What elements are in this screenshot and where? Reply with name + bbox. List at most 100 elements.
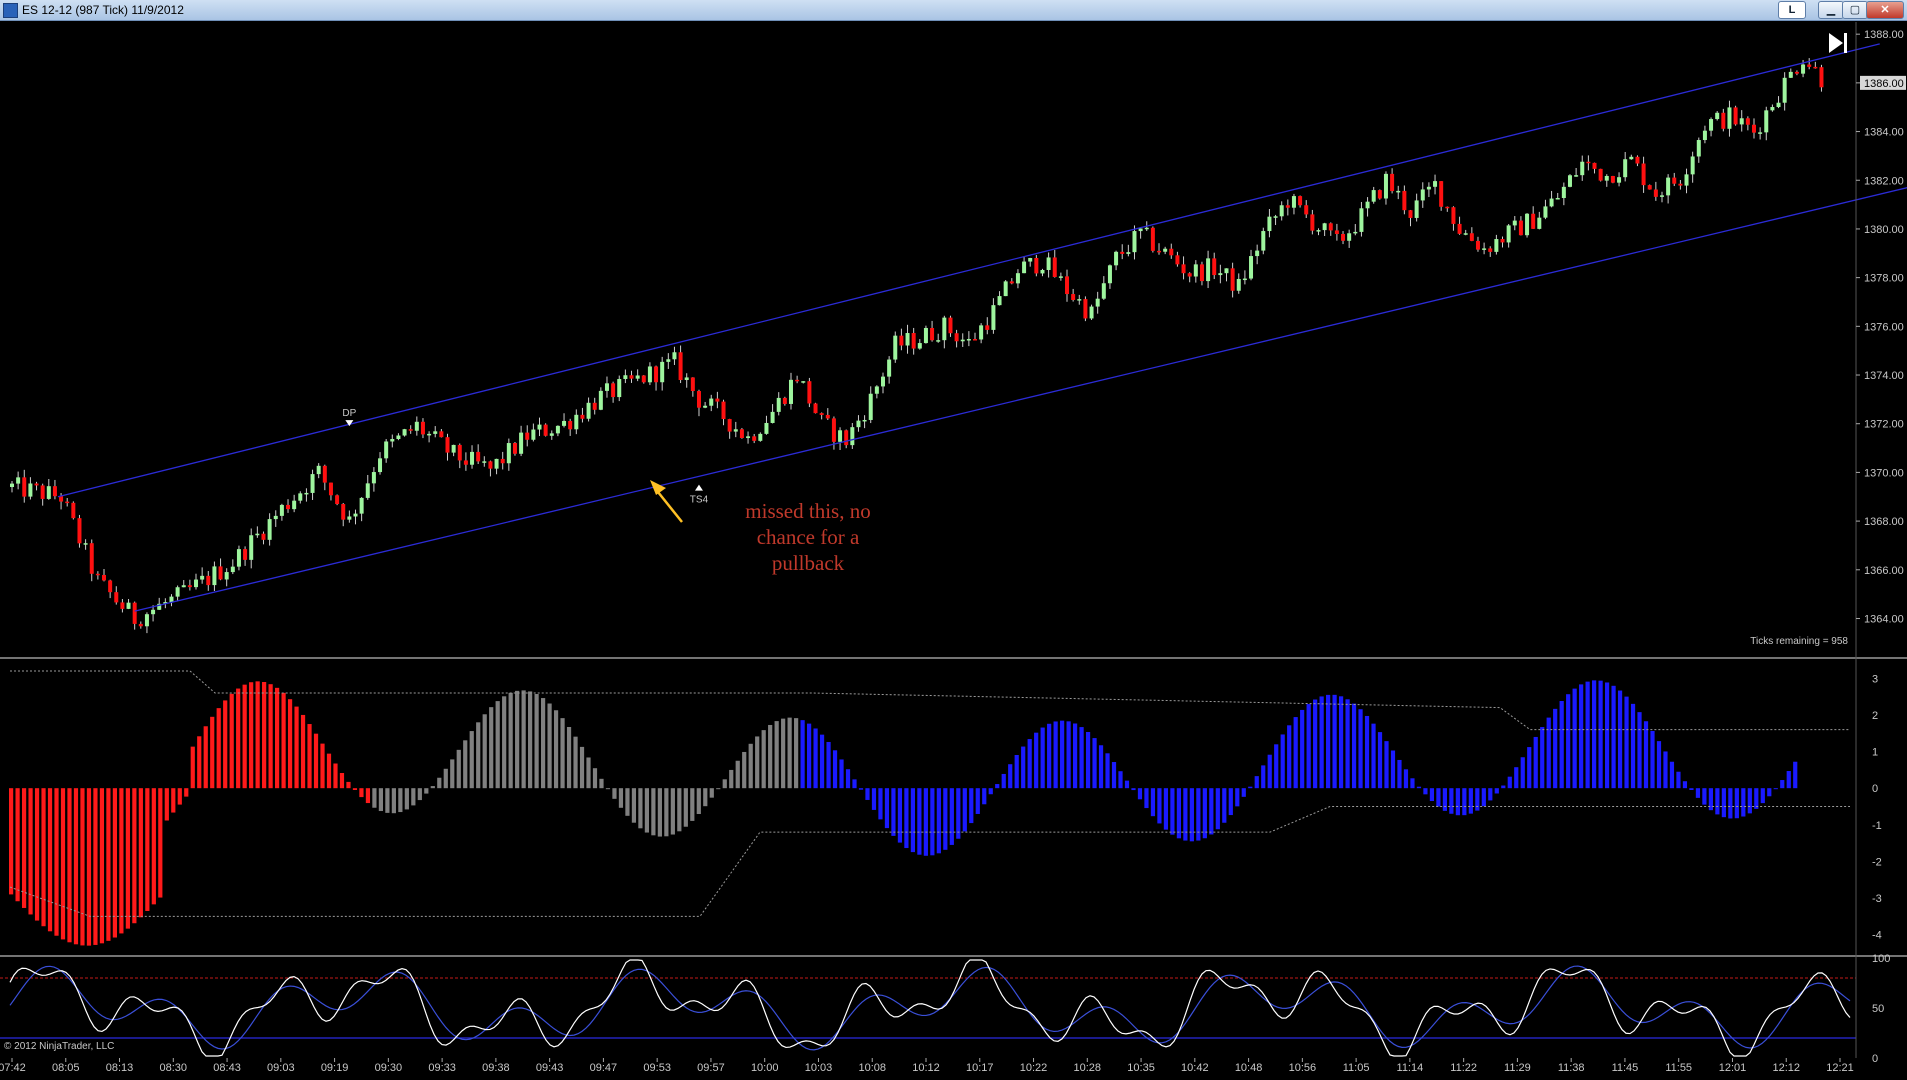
candle-up xyxy=(230,566,235,573)
candle-up xyxy=(126,602,131,609)
price-panel[interactable]: DP TS4 xyxy=(10,33,1907,634)
histogram-bar xyxy=(99,788,105,944)
histogram-bar xyxy=(1111,762,1117,789)
histogram-bar xyxy=(1027,739,1032,789)
close-button[interactable]: ✕ xyxy=(1866,1,1904,19)
candle-up xyxy=(905,333,910,346)
candle-up xyxy=(1144,227,1149,230)
histogram-bar xyxy=(1098,745,1104,789)
histogram-bar xyxy=(502,696,507,789)
candle-down xyxy=(408,429,413,431)
histogram-bar xyxy=(1306,704,1311,789)
time-tick-label: 12:21 xyxy=(1826,1062,1854,1074)
candle-up xyxy=(1267,216,1272,232)
histogram-bar xyxy=(1468,788,1473,814)
histogram-bar xyxy=(1682,781,1688,789)
candle-up xyxy=(169,596,174,603)
histogram-bar xyxy=(281,692,286,789)
histogram-bar xyxy=(1695,788,1701,798)
histogram-bar xyxy=(969,788,974,824)
histogram-bar xyxy=(573,736,578,789)
candle-up xyxy=(1365,201,1370,209)
copyright-label: © 2012 NinjaTrader, LLC xyxy=(4,1041,114,1052)
candle-down xyxy=(525,432,530,440)
histogram-bar xyxy=(1085,731,1091,789)
histogram-bar xyxy=(339,773,345,789)
histogram-bar xyxy=(618,788,624,808)
time-tick-label: 09:19 xyxy=(321,1062,349,1074)
histogram-bar xyxy=(1267,754,1272,789)
candle-down xyxy=(1334,230,1339,234)
histogram-bar xyxy=(1669,761,1675,789)
candle-down xyxy=(1586,161,1591,164)
histogram-bar xyxy=(1741,788,1746,817)
candle-up xyxy=(1138,228,1143,232)
histogram-bar xyxy=(605,788,611,790)
candle-down xyxy=(1598,168,1603,181)
candle-up xyxy=(1574,175,1579,177)
candle-up xyxy=(1193,264,1198,277)
histogram-bar xyxy=(1287,725,1292,789)
ticks-remaining-label: Ticks remaining = 958 xyxy=(1750,636,1848,647)
lower-channel-line xyxy=(134,187,1907,612)
histogram-bar xyxy=(456,749,461,789)
candle-down xyxy=(341,504,346,520)
price-tick-label: 1368.00 xyxy=(1864,516,1904,528)
histogram-bar xyxy=(430,786,435,789)
candle-up xyxy=(151,609,156,615)
histogram-bar xyxy=(47,788,53,932)
histogram-bar xyxy=(910,788,915,853)
candle-up xyxy=(316,465,321,475)
chart-canvas[interactable]: DP TS4 1388.00 1386.00 1384.00 1382.00 1380.0… xyxy=(0,20,1907,1080)
histogram-bar xyxy=(1332,694,1337,789)
histogram-bar xyxy=(1047,723,1052,789)
histogram-bar xyxy=(1261,765,1266,789)
time-tick-label: 10:12 xyxy=(912,1062,940,1074)
candle-down xyxy=(1635,156,1640,164)
histogram-bar xyxy=(359,788,364,798)
candle-down xyxy=(1083,299,1088,319)
candle-down xyxy=(1169,248,1174,256)
histogram-bar xyxy=(1475,788,1480,811)
candle-up xyxy=(1236,278,1241,291)
histogram-bar xyxy=(1176,788,1181,839)
candle-down xyxy=(322,465,327,483)
candle-down xyxy=(568,420,573,430)
histogram-bar xyxy=(1170,788,1175,835)
candle-down xyxy=(1402,190,1407,211)
histogram-bar xyxy=(1449,788,1454,814)
histogram-bar xyxy=(657,788,662,837)
minimize-button[interactable]: ▁ xyxy=(1818,1,1844,19)
histogram-bar xyxy=(956,788,961,839)
candle-up xyxy=(703,405,708,408)
maximize-button[interactable]: ▢ xyxy=(1842,1,1868,19)
histogram-bar xyxy=(755,736,760,789)
histogram-bar xyxy=(229,693,234,789)
histogram-bar xyxy=(1235,788,1240,807)
candle-up xyxy=(1359,208,1364,232)
ninjatrader-app-icon xyxy=(3,3,18,18)
chart-layout-button[interactable]: L xyxy=(1778,1,1806,19)
histogram-bar xyxy=(1053,721,1058,789)
candle-down xyxy=(973,339,978,341)
candle-down xyxy=(1610,175,1615,183)
histogram-bar xyxy=(320,743,325,789)
time-tick-label: 12:12 xyxy=(1772,1062,1800,1074)
histogram-bar xyxy=(489,707,494,789)
time-tick-label: 10:00 xyxy=(751,1062,779,1074)
oscillator-tick-label: -2 xyxy=(1872,856,1882,868)
price-tick-label: 1382.00 xyxy=(1864,175,1904,187)
candle-up xyxy=(1015,273,1020,284)
candle-up xyxy=(647,366,652,383)
candle-down xyxy=(727,419,732,432)
candle-up xyxy=(1126,252,1131,254)
candle-up xyxy=(224,572,229,580)
histogram-bar xyxy=(119,788,124,934)
candle-up xyxy=(586,402,591,419)
candle-up xyxy=(1715,112,1720,120)
candle-down xyxy=(1390,173,1395,192)
candle-up xyxy=(292,500,297,510)
oscillator-tick-label: 0 xyxy=(1872,783,1878,795)
candle-up xyxy=(212,566,217,586)
histogram-bar xyxy=(1150,788,1156,817)
